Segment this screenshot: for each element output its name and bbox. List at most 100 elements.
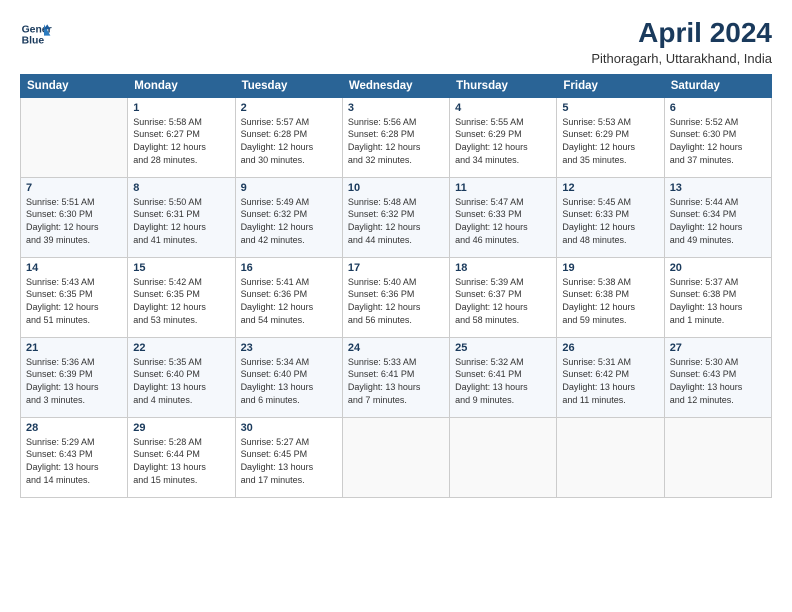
logo-icon: General Blue — [20, 18, 52, 50]
subtitle: Pithoragarh, Uttarakhand, India — [591, 51, 772, 66]
day-number: 26 — [562, 342, 658, 354]
day-number: 5 — [562, 102, 658, 114]
calendar-cell: 25 Sunrise: 5:32 AM Sunset: 6:41 PM Dayli… — [450, 337, 557, 417]
calendar-cell — [21, 97, 128, 177]
day-info: Sunrise: 5:53 AM Sunset: 6:29 PM Dayligh… — [562, 116, 658, 166]
calendar-cell: 20 Sunrise: 5:37 AM Sunset: 6:38 PM Dayli… — [664, 257, 771, 337]
day-number: 27 — [670, 342, 766, 354]
calendar-week-3: 14 Sunrise: 5:43 AM Sunset: 6:35 PM Dayli… — [21, 257, 772, 337]
calendar-cell: 17 Sunrise: 5:40 AM Sunset: 6:36 PM Dayli… — [342, 257, 449, 337]
day-info: Sunrise: 5:38 AM Sunset: 6:38 PM Dayligh… — [562, 276, 658, 326]
main-title: April 2024 — [591, 18, 772, 49]
day-number: 3 — [348, 102, 444, 114]
day-info: Sunrise: 5:49 AM Sunset: 6:32 PM Dayligh… — [241, 196, 337, 246]
calendar-cell: 15Sunrise: 5:42 AM Sunset: 6:35 PM Dayli… — [128, 257, 235, 337]
calendar-cell: 6 Sunrise: 5:52 AM Sunset: 6:30 PM Daylig… — [664, 97, 771, 177]
day-info: Sunrise: 5:55 AM Sunset: 6:29 PM Dayligh… — [455, 116, 551, 166]
day-info: Sunrise: 5:43 AM Sunset: 6:35 PM Dayligh… — [26, 276, 122, 326]
day-number: 25 — [455, 342, 551, 354]
calendar-week-5: 28 Sunrise: 5:29 AM Sunset: 6:43 PM Dayli… — [21, 417, 772, 497]
weekday-header-sunday: Sunday — [21, 74, 128, 97]
calendar-cell: 7Sunrise: 5:51 AM Sunset: 6:30 PM Daylig… — [21, 177, 128, 257]
day-info: Sunrise: 5:31 AM Sunset: 6:42 PM Dayligh… — [562, 356, 658, 406]
day-number: 17 — [348, 262, 444, 274]
day-info: Sunrise: 5:35 AM Sunset: 6:40 PM Dayligh… — [133, 356, 229, 406]
day-number: 14 — [26, 262, 122, 274]
day-number: 23 — [241, 342, 337, 354]
day-number: 6 — [670, 102, 766, 114]
day-info: Sunrise: 5:45 AM Sunset: 6:33 PM Dayligh… — [562, 196, 658, 246]
day-info: Sunrise: 5:58 AM Sunset: 6:27 PM Dayligh… — [133, 116, 229, 166]
day-number: 21 — [26, 342, 122, 354]
calendar-cell: 1 Sunrise: 5:58 AM Sunset: 6:27 PM Daylig… — [128, 97, 235, 177]
header: General Blue April 2024 Pithoragarh, Utt… — [20, 18, 772, 66]
calendar-cell: 29 Sunrise: 5:28 AM Sunset: 6:44 PM Dayli… — [128, 417, 235, 497]
day-number: 4 — [455, 102, 551, 114]
day-number: 30 — [241, 422, 337, 434]
calendar-cell: 23Sunrise: 5:34 AM Sunset: 6:40 PM Dayli… — [235, 337, 342, 417]
day-info: Sunrise: 5:48 AM Sunset: 6:32 PM Dayligh… — [348, 196, 444, 246]
day-info: Sunrise: 5:56 AM Sunset: 6:28 PM Dayligh… — [348, 116, 444, 166]
day-number: 1 — [133, 102, 229, 114]
day-info: Sunrise: 5:40 AM Sunset: 6:36 PM Dayligh… — [348, 276, 444, 326]
day-info: Sunrise: 5:41 AM Sunset: 6:36 PM Dayligh… — [241, 276, 337, 326]
day-number: 18 — [455, 262, 551, 274]
calendar-cell: 11 Sunrise: 5:47 AM Sunset: 6:33 PM Dayli… — [450, 177, 557, 257]
day-number: 24 — [348, 342, 444, 354]
calendar-cell: 16 Sunrise: 5:41 AM Sunset: 6:36 PM Dayli… — [235, 257, 342, 337]
day-info: Sunrise: 5:29 AM Sunset: 6:43 PM Dayligh… — [26, 436, 122, 486]
calendar-cell — [450, 417, 557, 497]
day-number: 9 — [241, 182, 337, 194]
weekday-header-saturday: Saturday — [664, 74, 771, 97]
calendar-cell: 10Sunrise: 5:48 AM Sunset: 6:32 PM Dayli… — [342, 177, 449, 257]
day-info: Sunrise: 5:33 AM Sunset: 6:41 PM Dayligh… — [348, 356, 444, 406]
day-info: Sunrise: 5:52 AM Sunset: 6:30 PM Dayligh… — [670, 116, 766, 166]
calendar-cell: 13 Sunrise: 5:44 AM Sunset: 6:34 PM Dayli… — [664, 177, 771, 257]
day-number: 15 — [133, 262, 229, 274]
weekday-header-wednesday: Wednesday — [342, 74, 449, 97]
calendar-week-2: 7Sunrise: 5:51 AM Sunset: 6:30 PM Daylig… — [21, 177, 772, 257]
calendar-cell: 14 Sunrise: 5:43 AM Sunset: 6:35 PM Dayli… — [21, 257, 128, 337]
day-number: 13 — [670, 182, 766, 194]
day-info: Sunrise: 5:47 AM Sunset: 6:33 PM Dayligh… — [455, 196, 551, 246]
calendar-cell: 24 Sunrise: 5:33 AM Sunset: 6:41 PM Dayli… — [342, 337, 449, 417]
weekday-header-thursday: Thursday — [450, 74, 557, 97]
day-number: 16 — [241, 262, 337, 274]
day-number: 19 — [562, 262, 658, 274]
day-number: 29 — [133, 422, 229, 434]
calendar-cell: 21Sunrise: 5:36 AM Sunset: 6:39 PM Dayli… — [21, 337, 128, 417]
day-info: Sunrise: 5:28 AM Sunset: 6:44 PM Dayligh… — [133, 436, 229, 486]
logo: General Blue — [20, 18, 52, 50]
calendar-cell: 22 Sunrise: 5:35 AM Sunset: 6:40 PM Dayli… — [128, 337, 235, 417]
day-info: Sunrise: 5:32 AM Sunset: 6:41 PM Dayligh… — [455, 356, 551, 406]
weekday-header-tuesday: Tuesday — [235, 74, 342, 97]
calendar-cell: 18 Sunrise: 5:39 AM Sunset: 6:37 PM Dayli… — [450, 257, 557, 337]
calendar-cell: 2Sunrise: 5:57 AM Sunset: 6:28 PM Daylig… — [235, 97, 342, 177]
day-number: 22 — [133, 342, 229, 354]
day-info: Sunrise: 5:44 AM Sunset: 6:34 PM Dayligh… — [670, 196, 766, 246]
title-block: April 2024 Pithoragarh, Uttarakhand, Ind… — [591, 18, 772, 66]
day-number: 28 — [26, 422, 122, 434]
calendar-cell — [664, 417, 771, 497]
calendar-cell: 19 Sunrise: 5:38 AM Sunset: 6:38 PM Dayli… — [557, 257, 664, 337]
day-number: 8 — [133, 182, 229, 194]
calendar-cell: 9 Sunrise: 5:49 AM Sunset: 6:32 PM Daylig… — [235, 177, 342, 257]
calendar-cell: 4 Sunrise: 5:55 AM Sunset: 6:29 PM Daylig… — [450, 97, 557, 177]
day-number: 12 — [562, 182, 658, 194]
calendar-cell: 3 Sunrise: 5:56 AM Sunset: 6:28 PM Daylig… — [342, 97, 449, 177]
day-info: Sunrise: 5:39 AM Sunset: 6:37 PM Dayligh… — [455, 276, 551, 326]
day-info: Sunrise: 5:51 AM Sunset: 6:30 PM Dayligh… — [26, 196, 122, 246]
day-info: Sunrise: 5:50 AM Sunset: 6:31 PM Dayligh… — [133, 196, 229, 246]
calendar-cell: 8 Sunrise: 5:50 AM Sunset: 6:31 PM Daylig… — [128, 177, 235, 257]
calendar-body: 1 Sunrise: 5:58 AM Sunset: 6:27 PM Daylig… — [21, 97, 772, 497]
weekday-header-monday: Monday — [128, 74, 235, 97]
calendar-week-1: 1 Sunrise: 5:58 AM Sunset: 6:27 PM Daylig… — [21, 97, 772, 177]
day-info: Sunrise: 5:37 AM Sunset: 6:38 PM Dayligh… — [670, 276, 766, 326]
calendar-cell — [342, 417, 449, 497]
page: General Blue April 2024 Pithoragarh, Utt… — [0, 0, 792, 612]
calendar-week-4: 21Sunrise: 5:36 AM Sunset: 6:39 PM Dayli… — [21, 337, 772, 417]
weekday-header: SundayMondayTuesdayWednesdayThursdayFrid… — [21, 74, 772, 97]
day-number: 20 — [670, 262, 766, 274]
day-number: 2 — [241, 102, 337, 114]
day-number: 11 — [455, 182, 551, 194]
